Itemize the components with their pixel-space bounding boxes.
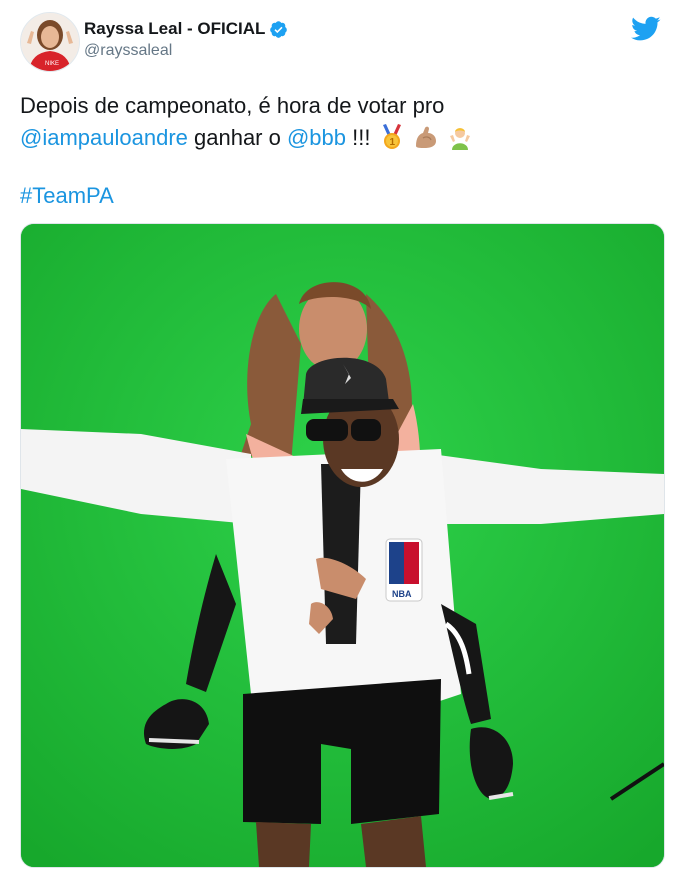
account-handle[interactable]: @rayssaleal (84, 41, 288, 61)
first-place-medal-icon: 1 (382, 124, 401, 149)
nba-logo-text: NBA (392, 589, 412, 599)
flexed-biceps-icon (415, 126, 436, 148)
verified-badge-icon (270, 20, 288, 38)
tweet-exclaim-text: !!! (346, 125, 371, 150)
tweet-middle-text: ganhar o (187, 125, 287, 150)
person-raising-hand-icon (449, 128, 470, 150)
display-name-row: Rayssa Leal - OFICIAL (84, 19, 288, 39)
tweet-line-hashtag: #TeamPA (20, 180, 660, 212)
account-names: Rayssa Leal - OFICIAL @rayssaleal (84, 19, 288, 61)
mention-bbb-link[interactable]: @bbb (287, 125, 346, 150)
hashtag-teampa-link[interactable]: #TeamPA (20, 183, 114, 208)
twitter-bird-icon[interactable] (631, 16, 661, 42)
svg-text:NIKE: NIKE (45, 61, 59, 67)
mention-iampauloandre-link[interactable]: @iampauloandre (20, 125, 188, 150)
tweet-line-2: @iampauloandre ganhar o @bbb !!! 1 (20, 122, 660, 154)
tweet-text: Depois de campeonato, é hora de votar pr… (20, 90, 660, 212)
tweet-line-1: Depois de campeonato, é hora de votar pr… (20, 93, 445, 118)
svg-text:1: 1 (389, 137, 395, 148)
display-name[interactable]: Rayssa Leal - OFICIAL (84, 19, 265, 39)
avatar[interactable]: NIKE (20, 12, 80, 72)
tweet-header: NIKE Rayssa Leal - OFICIAL @rayssaleal (20, 12, 665, 72)
tweet-photo[interactable]: NBA (20, 223, 665, 868)
